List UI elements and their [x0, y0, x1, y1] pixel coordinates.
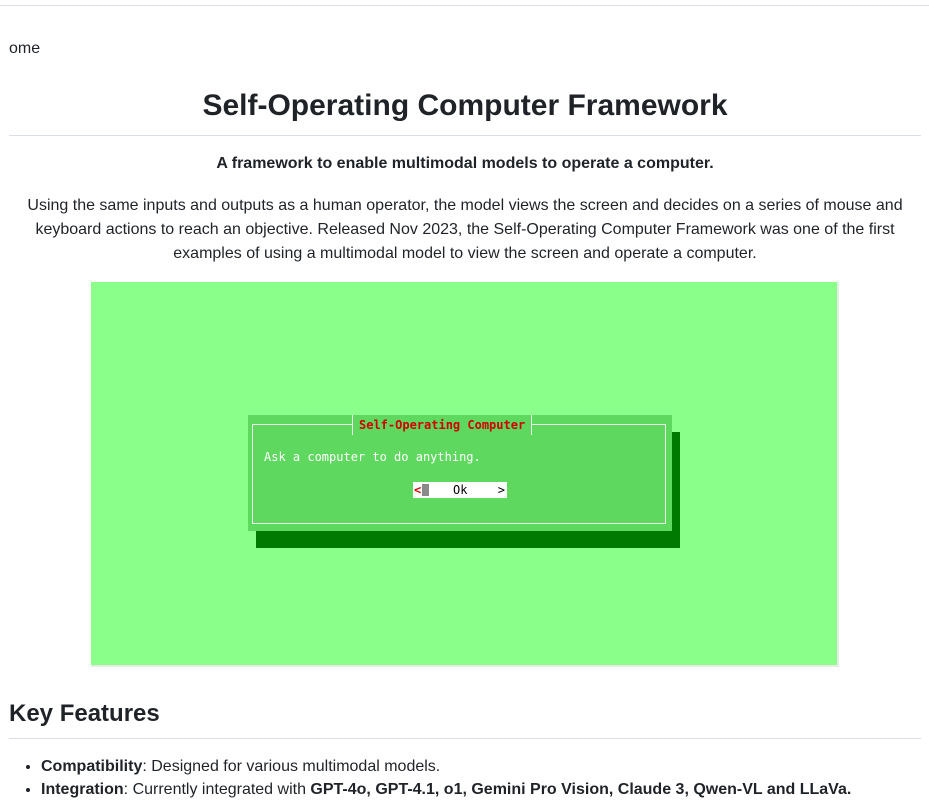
feature-text: : Designed for various multimodal models… [142, 758, 441, 775]
dialog-title: Self-Operating Computer [352, 415, 533, 435]
key-features-list: Compatibility: Designed for various mult… [41, 756, 921, 802]
page-title: Self-Operating Computer Framework [9, 86, 921, 136]
feature-text: : Currently integrated with [123, 781, 311, 798]
ok-left-bracket: < [414, 483, 422, 497]
description-paragraph: Using the same inputs and outputs as a h… [27, 197, 903, 262]
ok-button: < Ok > [413, 482, 507, 498]
key-features-heading: Key Features [9, 698, 921, 739]
list-item: Integration: Currently integrated with G… [41, 779, 921, 801]
ok-right-bracket: > [497, 483, 505, 497]
top-divider [0, 0, 929, 6]
feature-models: GPT-4o, GPT-4.1, o1, Gemini Pro Vision, … [310, 781, 852, 798]
dialog-message: Ask a computer to do anything. [264, 450, 481, 464]
list-item: Compatibility: Designed for various mult… [41, 756, 921, 778]
cursor-block [422, 484, 429, 496]
demo-image: Self-Operating Computer Ask a computer t… [91, 282, 839, 667]
feature-name: Integration [41, 781, 124, 798]
terminal-dialog: Self-Operating Computer Ask a computer t… [248, 415, 672, 531]
page-subtitle: A framework to enable multimodal models … [216, 155, 714, 172]
feature-name: Compatibility [41, 758, 143, 775]
ok-label: Ok [453, 483, 468, 497]
breadcrumb[interactable]: ome [9, 40, 40, 58]
dialog-frame [252, 424, 666, 524]
